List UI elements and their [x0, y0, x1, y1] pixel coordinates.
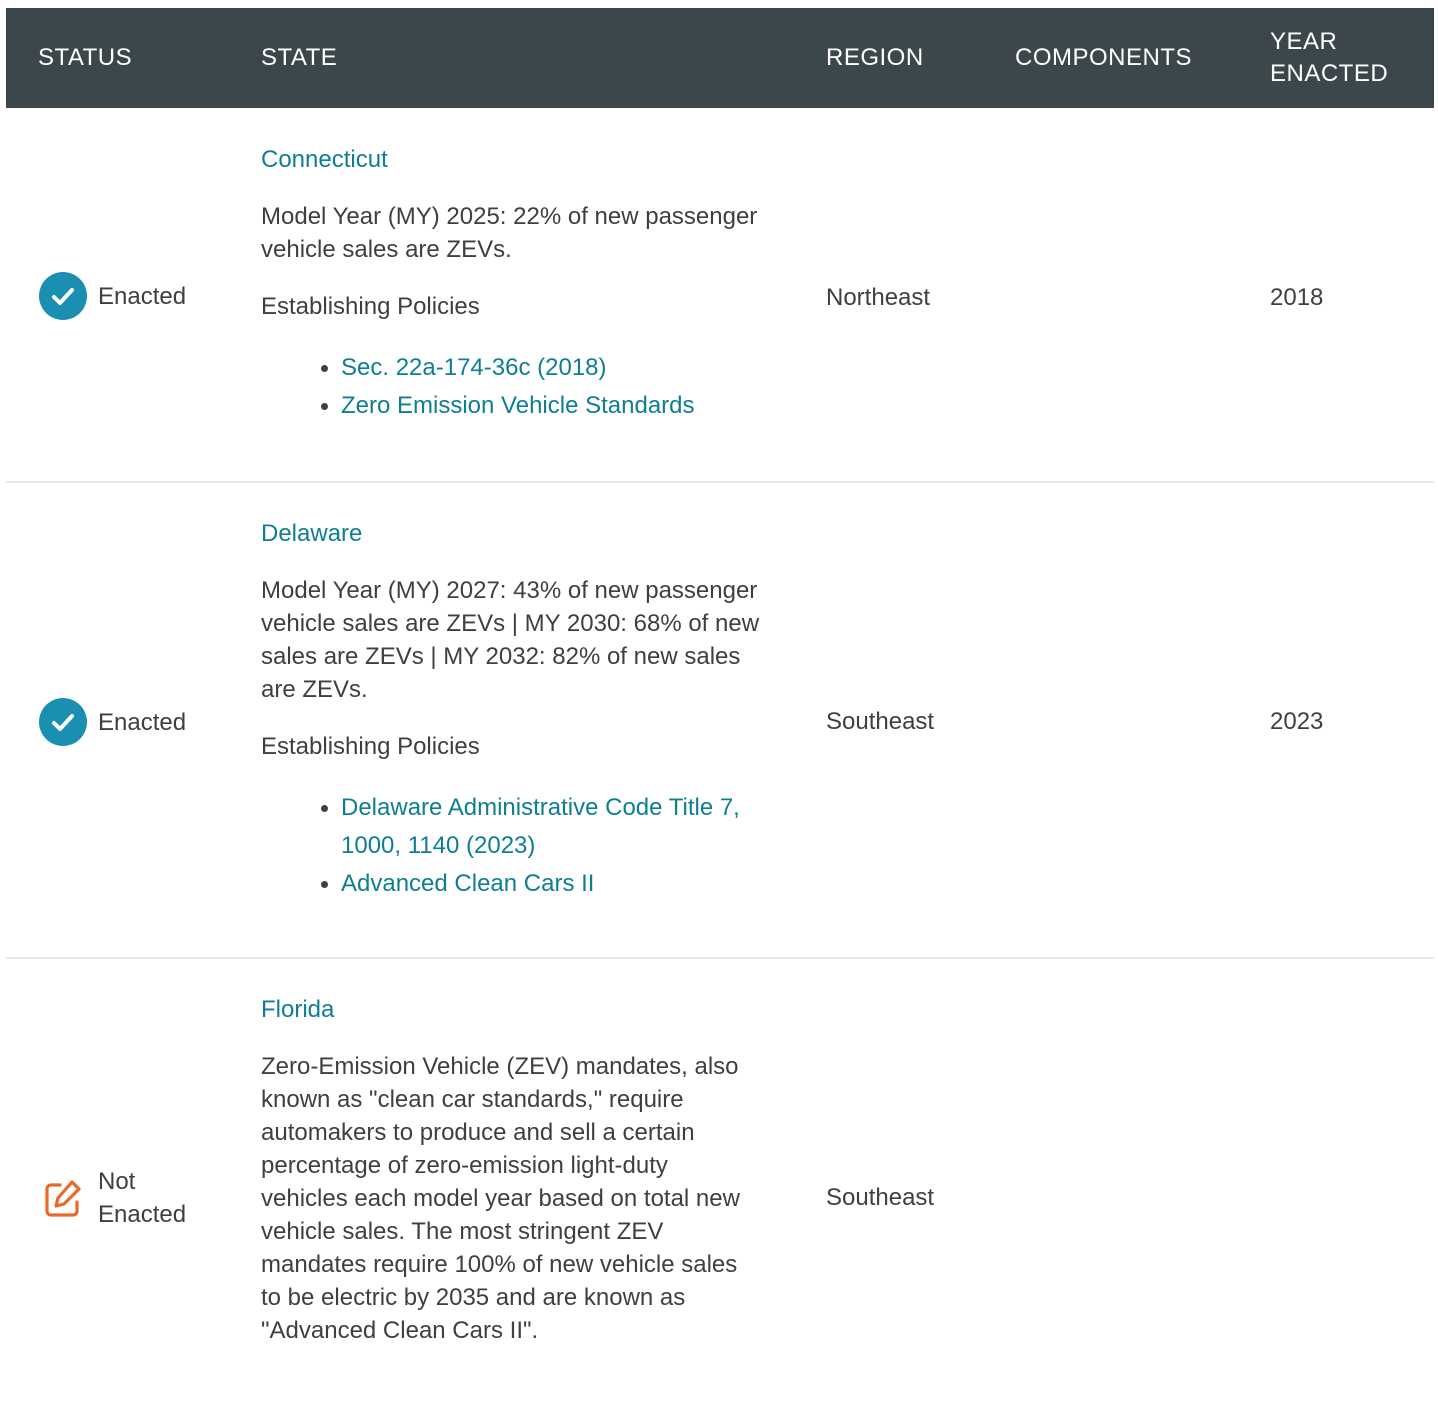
state-description: Zero-Emission Vehicle (ZEV) mandates, al… [261, 1053, 740, 1344]
table-header: STATUS STATE REGION COMPONENTS YEAR ENAC… [6, 8, 1434, 108]
policy-link[interactable]: Delaware Administrative Code Title 7, 10… [341, 794, 740, 859]
list-item: Delaware Administrative Code Title 7, 10… [317, 789, 781, 865]
list-item: Advanced Clean Cars II [317, 865, 781, 903]
header-region[interactable]: REGION [826, 8, 924, 108]
year-cell: 2023 [1270, 708, 1324, 735]
state-link[interactable]: Florida [261, 993, 771, 1026]
header-state[interactable]: STATE [261, 8, 337, 108]
state-description: Model Year (MY) 2025: 22% of new passeng… [261, 203, 758, 263]
check-circle-icon [38, 697, 88, 747]
edit-icon [38, 1173, 88, 1223]
table-row: Not Enacted Florida Zero-Emission Vehicl… [6, 959, 1434, 1399]
policy-table: STATUS STATE REGION COMPONENTS YEAR ENAC… [6, 8, 1434, 1399]
header-components[interactable]: COMPONENTS [1015, 8, 1192, 108]
check-circle-icon [38, 271, 88, 321]
state-description: Model Year (MY) 2027: 43% of new passeng… [261, 577, 760, 703]
region-cell: Southeast [826, 708, 935, 735]
year-cell: 2018 [1270, 284, 1324, 311]
header-year-enacted-label: YEAR ENACTED [1270, 28, 1389, 87]
list-item: Zero Emission Vehicle Standards [317, 387, 781, 425]
state-cell: Connecticut Model Year (MY) 2025: 22% of… [261, 143, 771, 425]
header-status[interactable]: STATUS [38, 8, 132, 108]
state-cell: Florida Zero-Emission Vehicle (ZEV) mand… [261, 993, 771, 1371]
table-row: Enacted Delaware Model Year (MY) 2027: 4… [6, 483, 1434, 959]
status-label: Enacted [98, 708, 187, 736]
policies-heading: Establishing Policies [261, 293, 480, 320]
region-cell: Southeast [826, 1184, 935, 1211]
policy-link[interactable]: Advanced Clean Cars II [341, 870, 594, 897]
state-cell: Delaware Model Year (MY) 2027: 43% of ne… [261, 517, 771, 903]
list-item: Sec. 22a-174-36c (2018) [317, 349, 781, 387]
policy-link[interactable]: Zero Emission Vehicle Standards [341, 392, 695, 419]
state-link[interactable]: Delaware [261, 517, 771, 550]
header-year-enacted[interactable]: YEAR ENACTED [1270, 8, 1420, 108]
state-link[interactable]: Connecticut [261, 143, 771, 176]
policy-list: Delaware Administrative Code Title 7, 10… [261, 789, 771, 903]
region-cell: Northeast [826, 284, 931, 311]
status-cell: Not Enacted [38, 1165, 208, 1231]
table-row: Enacted Connecticut Model Year (MY) 2025… [6, 108, 1434, 483]
status-cell: Enacted [38, 271, 208, 321]
status-cell: Enacted [38, 697, 208, 747]
policies-heading: Establishing Policies [261, 733, 480, 760]
status-label: Enacted [98, 282, 187, 310]
policy-list: Sec. 22a-174-36c (2018) Zero Emission Ve… [261, 349, 771, 425]
policy-link[interactable]: Sec. 22a-174-36c (2018) [341, 354, 607, 381]
status-label: Not Enacted [98, 1168, 187, 1228]
